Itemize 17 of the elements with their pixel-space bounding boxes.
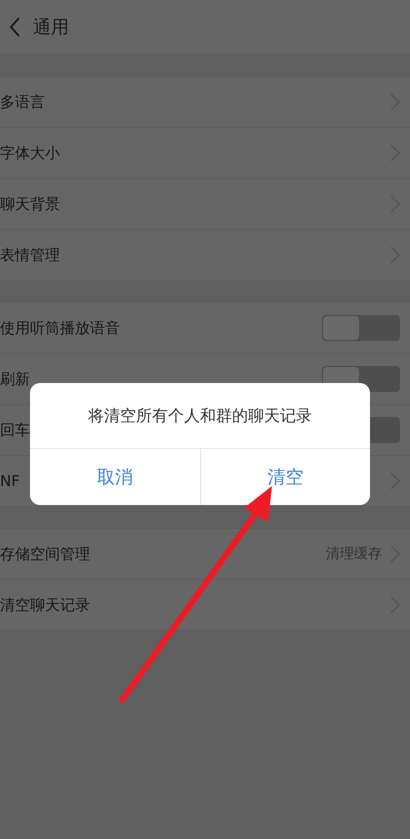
setting-label: 刷新 <box>0 368 30 390</box>
page-title: 通用 <box>33 16 69 40</box>
setting-label: NF <box>0 470 20 492</box>
confirm-button[interactable]: 清空 <box>200 449 370 505</box>
setting-label: 字体大小 <box>0 142 60 164</box>
toggle-switch[interactable] <box>322 315 400 341</box>
back-icon <box>9 17 21 37</box>
setting-label: 多语言 <box>0 92 45 113</box>
setting-label: 清空聊天记录 <box>0 594 90 616</box>
cancel-button[interactable]: 取消 <box>30 449 200 505</box>
setting-label: 聊天背景 <box>0 194 60 215</box>
setting-label: 回车 <box>0 420 30 441</box>
setting-value: 清理缓存 <box>326 544 382 564</box>
setting-label: 存储空间管理 <box>0 544 90 565</box>
setting-label: 表情管理 <box>0 244 60 266</box>
dialog-message: 将清空所有个人和群的聊天记录 <box>30 383 370 449</box>
setting-label: 使用听筒播放语音 <box>0 318 120 339</box>
